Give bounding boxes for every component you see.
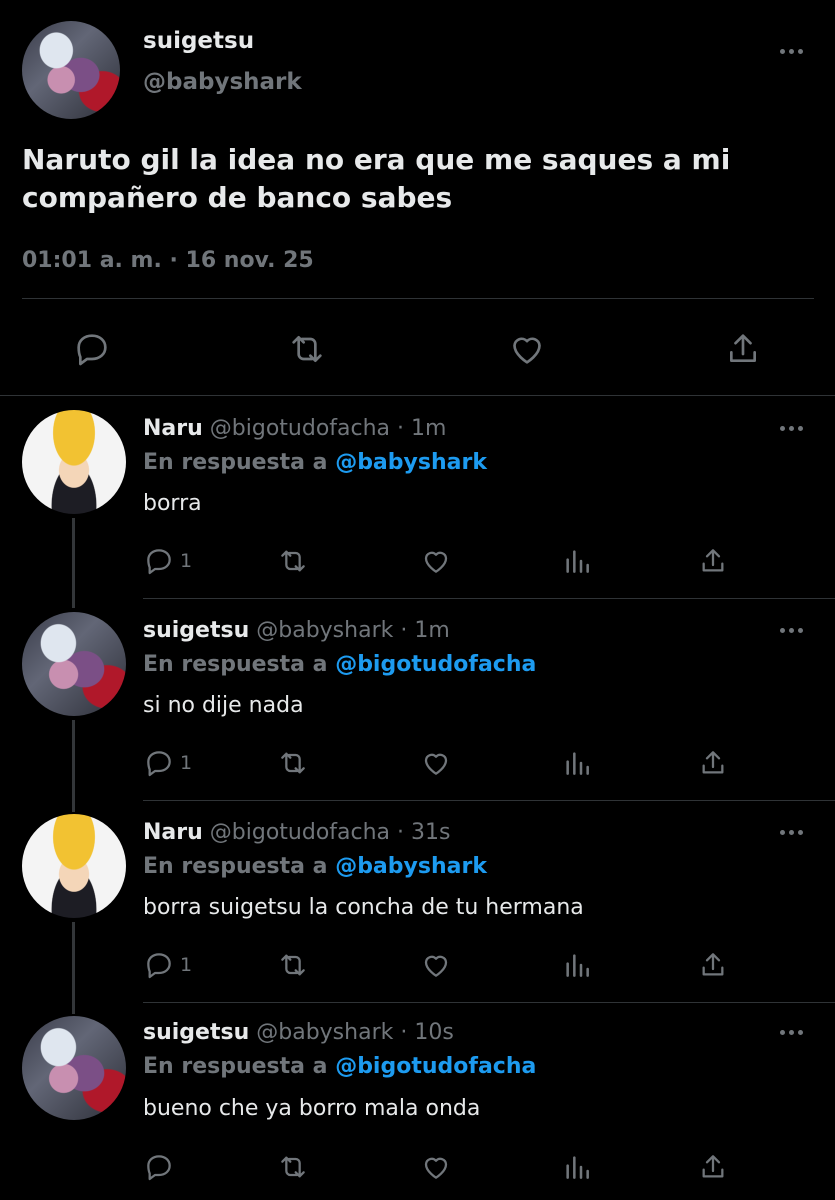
author-handle[interactable]: @babyshark — [143, 69, 302, 95]
share-icon[interactable] — [697, 949, 729, 981]
tweet-text-line-1: Naruto gil la idea no era que me saques … — [22, 143, 731, 176]
analytics-icon[interactable] — [561, 949, 593, 981]
reply-display-name[interactable]: Naru — [143, 820, 203, 845]
avatar[interactable] — [22, 21, 120, 119]
reply-icon[interactable] — [143, 545, 175, 577]
reply-text: borra — [143, 491, 202, 516]
replying-to-handle[interactable]: @babyshark — [335, 854, 487, 879]
reply-display-name[interactable]: Naru — [143, 416, 203, 441]
avatar[interactable] — [22, 1016, 126, 1120]
reply-handle-time[interactable]: @bigotudofacha · 31s — [210, 820, 451, 845]
reply-handle-time[interactable]: @babyshark · 10s — [256, 1020, 454, 1045]
tweet-timestamp[interactable]: 01:01 a. m. · 16 nov. 25 — [22, 248, 314, 273]
reply-count: 1 — [180, 954, 193, 976]
reply-icon[interactable] — [143, 747, 175, 779]
share-icon[interactable] — [697, 1151, 729, 1183]
author-display-name[interactable]: suigetsu — [143, 28, 254, 54]
retweet-icon[interactable] — [276, 1151, 310, 1183]
replying-to-prefix: En respuesta a — [143, 450, 328, 475]
reply-count: 1 — [180, 752, 193, 774]
divider — [143, 800, 835, 801]
replying-to: En respuesta a @bigotudofacha — [143, 652, 536, 677]
reply-display-name[interactable]: suigetsu — [143, 1020, 249, 1045]
like-icon[interactable] — [419, 545, 453, 577]
replying-to-handle[interactable]: @babyshark — [335, 450, 487, 475]
replying-to-handle[interactable]: @bigotudofacha — [335, 1054, 536, 1079]
share-icon[interactable] — [697, 545, 729, 577]
reply-header: suigetsu @babyshark · 10s — [143, 1020, 454, 1045]
reply-header: suigetsu @babyshark · 1m — [143, 618, 450, 643]
retweet-icon[interactable] — [276, 949, 310, 981]
retweet-icon[interactable] — [286, 329, 328, 369]
more-icon[interactable] — [778, 423, 806, 433]
analytics-icon[interactable] — [561, 545, 593, 577]
divider — [22, 298, 814, 299]
avatar[interactable] — [22, 814, 126, 918]
like-icon[interactable] — [419, 747, 453, 779]
reply-display-name[interactable]: suigetsu — [143, 618, 249, 643]
reply-handle-time[interactable]: @babyshark · 1m — [256, 618, 450, 643]
thread-line — [72, 922, 75, 1014]
more-icon[interactable] — [778, 1027, 806, 1037]
thread-line — [72, 518, 75, 608]
like-icon[interactable] — [419, 1151, 453, 1183]
reply-icon[interactable] — [72, 329, 112, 369]
reply-text: borra suigetsu la concha de tu hermana — [143, 895, 584, 920]
reply-icon[interactable] — [143, 949, 175, 981]
reply-header: Naru @bigotudofacha · 31s — [143, 820, 450, 845]
avatar[interactable] — [22, 612, 126, 716]
divider — [143, 1002, 835, 1003]
replying-to-prefix: En respuesta a — [143, 652, 328, 677]
tweet-text-line-2: compañero de banco sabes — [22, 181, 453, 214]
more-icon[interactable] — [778, 46, 806, 56]
reply-icon[interactable] — [143, 1151, 175, 1183]
divider — [143, 598, 835, 599]
replying-to: En respuesta a @babyshark — [143, 450, 487, 475]
divider — [0, 395, 835, 396]
replying-to-handle[interactable]: @bigotudofacha — [335, 652, 536, 677]
thread-line — [72, 720, 75, 812]
like-icon[interactable] — [419, 949, 453, 981]
like-icon[interactable] — [506, 329, 548, 369]
retweet-icon[interactable] — [276, 747, 310, 779]
replying-to-prefix: En respuesta a — [143, 854, 328, 879]
reply-text: bueno che ya borro mala onda — [143, 1096, 481, 1121]
reply-header: Naru @bigotudofacha · 1m — [143, 416, 446, 441]
reply-handle-time[interactable]: @bigotudofacha · 1m — [210, 416, 447, 441]
avatar[interactable] — [22, 410, 126, 514]
share-icon[interactable] — [697, 747, 729, 779]
analytics-icon[interactable] — [561, 1151, 593, 1183]
analytics-icon[interactable] — [561, 747, 593, 779]
replying-to: En respuesta a @bigotudofacha — [143, 1054, 536, 1079]
retweet-icon[interactable] — [276, 545, 310, 577]
reply-text: si no dije nada — [143, 693, 304, 718]
reply-count: 1 — [180, 550, 193, 572]
replying-to-prefix: En respuesta a — [143, 1054, 328, 1079]
replying-to: En respuesta a @babyshark — [143, 854, 487, 879]
more-icon[interactable] — [778, 625, 806, 635]
share-icon[interactable] — [723, 329, 763, 369]
more-icon[interactable] — [778, 827, 806, 837]
